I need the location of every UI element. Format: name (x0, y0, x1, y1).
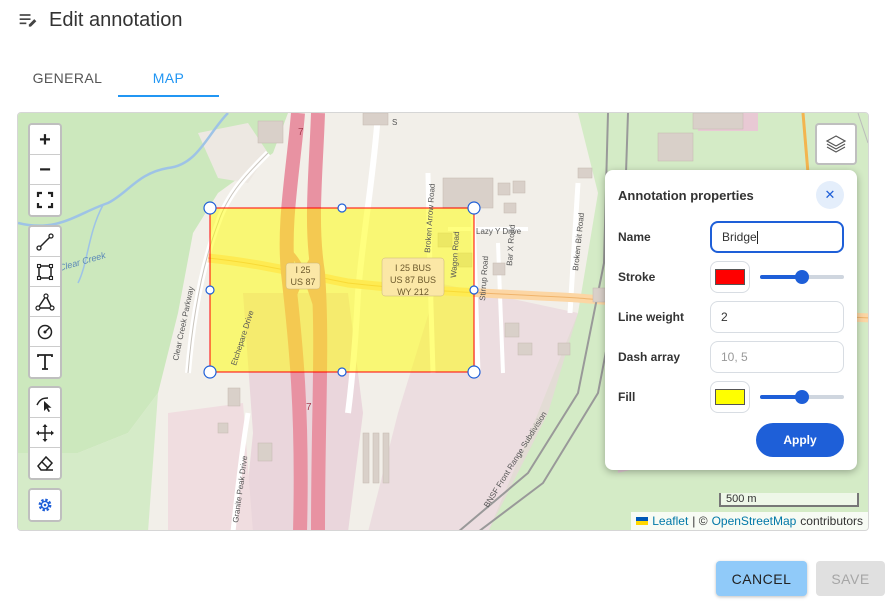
map-label-route-7-top: 7 (298, 127, 304, 138)
dash-array-input[interactable]: 10, 5 (710, 341, 844, 373)
settings-button[interactable] (30, 490, 60, 520)
stroke-label: Stroke (618, 270, 656, 284)
settings-control (28, 488, 62, 522)
panel-title: Annotation properties (618, 188, 754, 203)
map-attribution: Leaflet | © OpenStreetMap contributors (631, 512, 868, 530)
add-text-button[interactable] (30, 347, 60, 377)
zoom-control: + − (28, 123, 62, 217)
map-label-bar-x-road: Bar X Road (505, 224, 517, 266)
fullscreen-icon (36, 191, 54, 209)
fill-label: Fill (618, 390, 636, 404)
stroke-color-picker[interactable] (710, 261, 750, 293)
eraser-icon (37, 455, 54, 471)
ukraine-flag-icon (636, 517, 649, 525)
draw-rectangle-button[interactable] (30, 257, 60, 287)
circle-icon (37, 324, 53, 339)
map-label-us87: US 87 (290, 277, 315, 287)
map-label-wy212: WY 212 (397, 287, 429, 297)
polyline-icon (36, 232, 54, 251)
fill-color-picker[interactable] (710, 381, 750, 413)
name-input[interactable]: Bridge (710, 221, 844, 253)
line-weight-input[interactable]: 2 (710, 301, 844, 333)
map-label-i25-bus: I 25 BUS (395, 263, 431, 273)
tab-bar: GENERAL MAP (17, 60, 219, 97)
close-icon: ✕ (824, 187, 836, 202)
map-label-us87-bus: US 87 BUS (390, 275, 436, 285)
attribution-contributors: contributors (800, 514, 863, 528)
map-label-i25: I 25 (295, 265, 310, 275)
edit-toolbar (28, 386, 62, 480)
stroke-opacity-slider[interactable] (760, 270, 844, 284)
close-button[interactable]: ✕ (816, 181, 844, 209)
edit-vertices-button[interactable] (30, 388, 60, 418)
tab-general[interactable]: GENERAL (17, 60, 118, 96)
move-icon (36, 423, 54, 442)
attribution-separator: | © (692, 514, 708, 528)
text-icon (37, 354, 53, 370)
apply-button[interactable]: Apply (756, 423, 844, 457)
drag-mode-button[interactable] (30, 418, 60, 448)
draw-polygon-button[interactable] (30, 287, 60, 317)
page-title: Edit annotation (49, 8, 183, 31)
leaflet-link[interactable]: Leaflet (652, 514, 688, 528)
name-row: Name Bridge (618, 221, 848, 253)
fill-opacity-slider[interactable] (760, 390, 844, 404)
fill-color-swatch (715, 389, 745, 405)
name-label: Name (618, 230, 651, 244)
line-weight-row: Line weight 2 (618, 301, 848, 333)
remove-mode-button[interactable] (30, 448, 60, 478)
draw-circle-button[interactable] (30, 317, 60, 347)
edit-note-icon (19, 14, 37, 27)
scale-bar: 500 m (719, 493, 859, 507)
rectangle-icon (36, 263, 54, 280)
stroke-row: Stroke (618, 261, 848, 293)
gear-icon (38, 498, 52, 512)
dash-array-row: Dash array 10, 5 (618, 341, 848, 373)
zoom-in-button[interactable]: + (30, 125, 60, 155)
map-container[interactable]: I 25 US 87 I 25 BUS US 87 BUS WY 212 7 7… (17, 112, 869, 531)
draw-polyline-button[interactable] (30, 227, 60, 257)
edit-vertices-icon (36, 396, 52, 412)
map-label-route-7-bottom: 7 (306, 402, 312, 413)
draw-toolbar (28, 225, 62, 379)
save-button[interactable]: SAVE (816, 561, 885, 596)
line-weight-label: Line weight (618, 310, 684, 324)
map-label-road-s: S (392, 118, 397, 127)
layers-button[interactable] (815, 123, 857, 165)
dash-array-label: Dash array (618, 350, 681, 364)
osm-link[interactable]: OpenStreetMap (712, 514, 797, 528)
fill-row: Fill (618, 381, 848, 413)
stroke-color-swatch (715, 269, 745, 285)
cancel-button[interactable]: CANCEL (716, 561, 807, 596)
zoom-out-button[interactable]: − (30, 155, 60, 185)
layers-icon (825, 135, 847, 153)
fullscreen-button[interactable] (30, 185, 60, 215)
page-header: Edit annotation (18, 8, 182, 32)
tab-map[interactable]: MAP (118, 60, 219, 97)
polygon-icon (35, 292, 55, 311)
